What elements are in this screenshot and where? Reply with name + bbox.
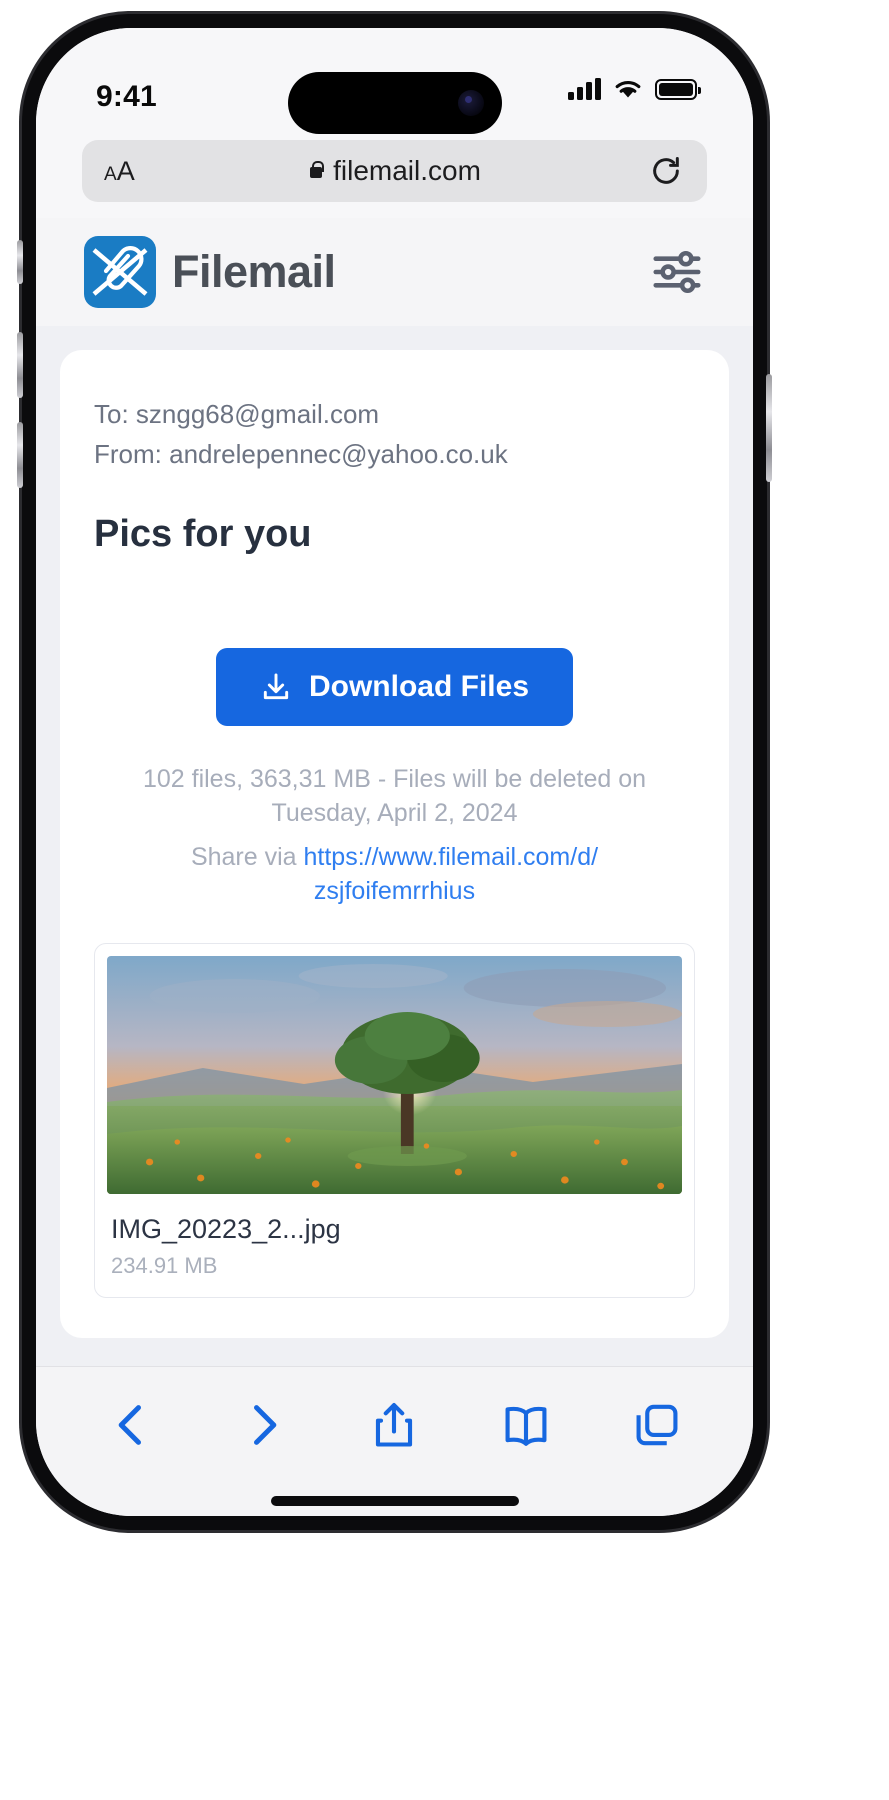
wifi-icon [615, 81, 641, 98]
file-thumbnail [107, 955, 682, 1194]
front-camera-icon [457, 90, 484, 116]
file-name: IMG_20223_2...jpg [111, 1213, 341, 1244]
filemail-logo[interactable]: Filemail [84, 236, 336, 308]
site-header: Filemail [36, 218, 753, 326]
book-icon[interactable] [500, 1399, 552, 1451]
action-button[interactable] [17, 240, 23, 284]
page-title: Pics for you [94, 512, 312, 555]
reload-icon[interactable] [649, 154, 683, 188]
share-line: Share via https://www.filemail.com/d/zsj… [94, 840, 695, 909]
power-button[interactable] [766, 374, 772, 482]
download-area: Download Files [94, 647, 695, 726]
share-prefix: Share via [190, 843, 304, 872]
url-text: filemail.com [333, 155, 481, 186]
file-tile[interactable]: IMG_20223_2...jpg 234.91 MB [94, 942, 695, 1298]
sliders-icon[interactable] [649, 249, 705, 295]
volume-down-button[interactable] [17, 422, 23, 488]
share-icon[interactable] [368, 1399, 420, 1451]
transfer-card: To: szngg68@gmail.com From: andrelepenne… [60, 350, 729, 1338]
share-url-link[interactable]: https://www.filemail.com/d/ [304, 843, 599, 871]
home-indicator-area [36, 1482, 753, 1516]
iphone-device-frame: 9:41 A A filemail.com Filemail To: szngg… [17, 14, 772, 1530]
status-indicators [568, 78, 701, 100]
meta-line-2: Tuesday, April 2, 2024 [271, 798, 518, 827]
meta-line-1: 102 files, 363,31 MB - Files will be del… [142, 764, 647, 793]
transfer-meta: 102 files, 363,31 MB - Files will be del… [94, 762, 695, 831]
volume-up-button[interactable] [17, 332, 23, 398]
screenshot-stage: 9:41 A A filemail.com Filemail To: szngg… [0, 0, 889, 1800]
home-indicator[interactable] [270, 1496, 519, 1506]
dynamic-island [287, 72, 502, 134]
status-time: 9:41 [96, 80, 157, 113]
browser-toolbar [36, 1366, 753, 1482]
browser-chrome: AA filemail.com [36, 140, 753, 218]
lock-icon [308, 161, 325, 181]
status-bar: 9:41 [36, 28, 753, 140]
forward-chevron-icon[interactable] [237, 1399, 289, 1451]
download-files-button[interactable]: Download Files [215, 647, 574, 726]
phone-screen: 9:41 A A filemail.com Filemail To: szngg… [36, 28, 753, 1516]
download-button-label: Download Files [308, 669, 530, 703]
recipient-line: To: szngg68@gmail.com [94, 399, 380, 429]
address-bar[interactable]: AA filemail.com [82, 140, 707, 202]
sender-line: From: andrelepennec@yahoo.co.uk [94, 439, 508, 470]
download-icon [260, 671, 292, 703]
back-chevron-icon[interactable] [106, 1399, 158, 1451]
cellular-bars-icon [568, 78, 601, 100]
url-display: filemail.com [82, 155, 707, 187]
filemail-logo-icon [84, 236, 156, 308]
text-size-button[interactable]: AA [104, 156, 135, 187]
battery-icon [655, 78, 701, 100]
file-size: 234.91 MB [111, 1252, 218, 1278]
brand-name: Filemail [172, 246, 336, 297]
share-url-link-continued[interactable]: zsjfoifemrrhius [314, 877, 475, 905]
tabs-icon[interactable] [631, 1399, 683, 1451]
web-page: Filemail To: szngg68@gmail.com From: and… [36, 218, 753, 1366]
